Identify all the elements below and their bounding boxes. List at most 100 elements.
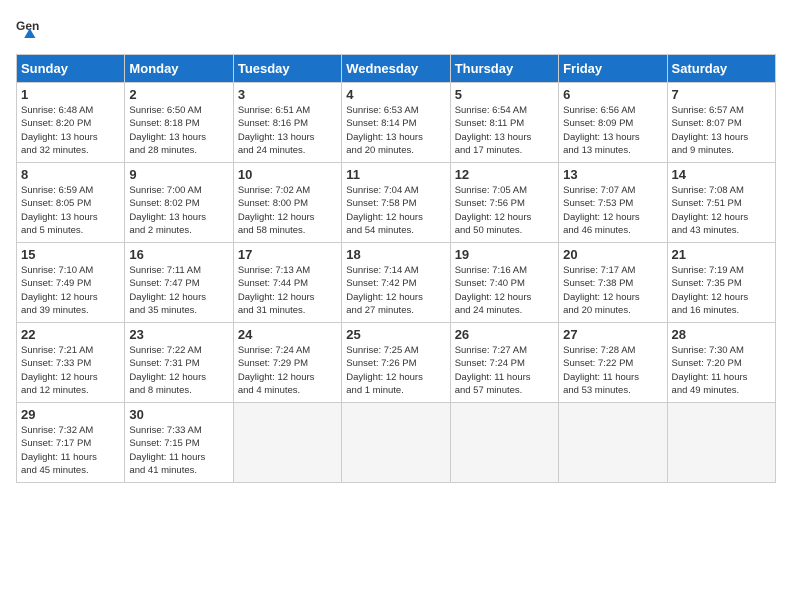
day-number: 11 (346, 167, 445, 182)
day-number: 12 (455, 167, 554, 182)
calendar-week-1: 1 Sunrise: 6:48 AM Sunset: 8:20 PM Daylig… (17, 83, 776, 163)
day-detail: Sunrise: 7:04 AM Sunset: 7:58 PM Dayligh… (346, 184, 445, 237)
calendar-cell-3-6: 20Sunrise: 7:17 AM Sunset: 7:38 PM Dayli… (559, 243, 667, 323)
day-detail: Sunrise: 6:57 AM Sunset: 8:07 PM Dayligh… (672, 104, 771, 157)
calendar-cell-4-3: 24Sunrise: 7:24 AM Sunset: 7:29 PM Dayli… (233, 323, 341, 403)
day-number: 9 (129, 167, 228, 182)
day-detail: Sunrise: 7:11 AM Sunset: 7:47 PM Dayligh… (129, 264, 228, 317)
day-detail: Sunrise: 7:08 AM Sunset: 7:51 PM Dayligh… (672, 184, 771, 237)
calendar-cell-5-3 (233, 403, 341, 483)
weekday-header-wednesday: Wednesday (342, 55, 450, 83)
day-detail: Sunrise: 6:51 AM Sunset: 8:16 PM Dayligh… (238, 104, 337, 157)
day-detail: Sunrise: 7:17 AM Sunset: 7:38 PM Dayligh… (563, 264, 662, 317)
day-detail: Sunrise: 7:32 AM Sunset: 7:17 PM Dayligh… (21, 424, 120, 477)
day-number: 23 (129, 327, 228, 342)
calendar-cell-2-4: 11 Sunrise: 7:04 AM Sunset: 7:58 PM Dayli… (342, 163, 450, 243)
calendar-cell-4-7: 28Sunrise: 7:30 AM Sunset: 7:20 PM Dayli… (667, 323, 775, 403)
day-number: 4 (346, 87, 445, 102)
day-detail: Sunrise: 7:14 AM Sunset: 7:42 PM Dayligh… (346, 264, 445, 317)
day-number: 17 (238, 247, 337, 262)
weekday-header-sunday: Sunday (17, 55, 125, 83)
calendar-cell-2-3: 10 Sunrise: 7:02 AM Sunset: 8:00 PM Dayli… (233, 163, 341, 243)
day-detail: Sunrise: 7:21 AM Sunset: 7:33 PM Dayligh… (21, 344, 120, 397)
day-number: 2 (129, 87, 228, 102)
day-detail: Sunrise: 7:00 AM Sunset: 8:02 PM Dayligh… (129, 184, 228, 237)
calendar-table: SundayMondayTuesdayWednesdayThursdayFrid… (16, 54, 776, 483)
calendar-cell-4-1: 22 Sunrise: 7:21 AM Sunset: 7:33 PM Dayli… (17, 323, 125, 403)
day-detail: Sunrise: 6:54 AM Sunset: 8:11 PM Dayligh… (455, 104, 554, 157)
day-detail: Sunrise: 7:10 AM Sunset: 7:49 PM Dayligh… (21, 264, 120, 317)
day-number: 18 (346, 247, 445, 262)
day-number: 14 (672, 167, 771, 182)
day-number: 7 (672, 87, 771, 102)
day-detail: Sunrise: 6:48 AM Sunset: 8:20 PM Dayligh… (21, 104, 120, 157)
calendar-cell-5-1: 29 Sunrise: 7:32 AM Sunset: 7:17 PM Dayli… (17, 403, 125, 483)
calendar-cell-3-4: 18 Sunrise: 7:14 AM Sunset: 7:42 PM Dayli… (342, 243, 450, 323)
day-number: 26 (455, 327, 554, 342)
day-number: 8 (21, 167, 120, 182)
calendar-cell-1-4: 4 Sunrise: 6:53 AM Sunset: 8:14 PM Daylig… (342, 83, 450, 163)
day-detail: Sunrise: 7:30 AM Sunset: 7:20 PM Dayligh… (672, 344, 771, 397)
day-number: 6 (563, 87, 662, 102)
logo-icon: Gen (16, 16, 44, 44)
day-detail: Sunrise: 7:25 AM Sunset: 7:26 PM Dayligh… (346, 344, 445, 397)
calendar-cell-1-3: 3 Sunrise: 6:51 AM Sunset: 8:16 PM Daylig… (233, 83, 341, 163)
weekday-header-row: SundayMondayTuesdayWednesdayThursdayFrid… (17, 55, 776, 83)
calendar-week-3: 15 Sunrise: 7:10 AM Sunset: 7:49 PM Dayli… (17, 243, 776, 323)
day-number: 3 (238, 87, 337, 102)
weekday-header-friday: Friday (559, 55, 667, 83)
calendar-cell-3-1: 15 Sunrise: 7:10 AM Sunset: 7:49 PM Dayli… (17, 243, 125, 323)
calendar-cell-2-2: 9 Sunrise: 7:00 AM Sunset: 8:02 PM Daylig… (125, 163, 233, 243)
calendar-cell-4-4: 25 Sunrise: 7:25 AM Sunset: 7:26 PM Dayli… (342, 323, 450, 403)
calendar-cell-5-7 (667, 403, 775, 483)
calendar-cell-2-6: 13 Sunrise: 7:07 AM Sunset: 7:53 PM Dayli… (559, 163, 667, 243)
weekday-header-thursday: Thursday (450, 55, 558, 83)
calendar-cell-4-6: 27 Sunrise: 7:28 AM Sunset: 7:22 PM Dayli… (559, 323, 667, 403)
calendar-cell-5-6 (559, 403, 667, 483)
day-number: 22 (21, 327, 120, 342)
day-detail: Sunrise: 7:27 AM Sunset: 7:24 PM Dayligh… (455, 344, 554, 397)
calendar-cell-3-7: 21Sunrise: 7:19 AM Sunset: 7:35 PM Dayli… (667, 243, 775, 323)
day-detail: Sunrise: 6:56 AM Sunset: 8:09 PM Dayligh… (563, 104, 662, 157)
calendar-cell-4-2: 23 Sunrise: 7:22 AM Sunset: 7:31 PM Dayli… (125, 323, 233, 403)
day-number: 16 (129, 247, 228, 262)
day-detail: Sunrise: 7:02 AM Sunset: 8:00 PM Dayligh… (238, 184, 337, 237)
day-number: 25 (346, 327, 445, 342)
day-detail: Sunrise: 7:16 AM Sunset: 7:40 PM Dayligh… (455, 264, 554, 317)
calendar-cell-1-7: 7 Sunrise: 6:57 AM Sunset: 8:07 PM Daylig… (667, 83, 775, 163)
day-detail: Sunrise: 7:28 AM Sunset: 7:22 PM Dayligh… (563, 344, 662, 397)
calendar-cell-3-2: 16 Sunrise: 7:11 AM Sunset: 7:47 PM Dayli… (125, 243, 233, 323)
day-number: 13 (563, 167, 662, 182)
day-detail: Sunrise: 7:05 AM Sunset: 7:56 PM Dayligh… (455, 184, 554, 237)
calendar-cell-2-1: 8Sunrise: 6:59 AM Sunset: 8:05 PM Daylig… (17, 163, 125, 243)
calendar-cell-2-7: 14 Sunrise: 7:08 AM Sunset: 7:51 PM Dayli… (667, 163, 775, 243)
day-detail: Sunrise: 6:53 AM Sunset: 8:14 PM Dayligh… (346, 104, 445, 157)
calendar-cell-4-5: 26 Sunrise: 7:27 AM Sunset: 7:24 PM Dayli… (450, 323, 558, 403)
calendar-cell-1-1: 1 Sunrise: 6:48 AM Sunset: 8:20 PM Daylig… (17, 83, 125, 163)
svg-text:Gen: Gen (16, 19, 39, 33)
day-detail: Sunrise: 7:22 AM Sunset: 7:31 PM Dayligh… (129, 344, 228, 397)
calendar-cell-5-4 (342, 403, 450, 483)
day-detail: Sunrise: 7:07 AM Sunset: 7:53 PM Dayligh… (563, 184, 662, 237)
logo: Gen (16, 16, 48, 44)
day-detail: Sunrise: 7:33 AM Sunset: 7:15 PM Dayligh… (129, 424, 228, 477)
page-header: Gen (16, 16, 776, 44)
day-number: 15 (21, 247, 120, 262)
day-number: 10 (238, 167, 337, 182)
day-number: 21 (672, 247, 771, 262)
calendar-cell-1-6: 6 Sunrise: 6:56 AM Sunset: 8:09 PM Daylig… (559, 83, 667, 163)
day-number: 27 (563, 327, 662, 342)
day-number: 30 (129, 407, 228, 422)
day-number: 19 (455, 247, 554, 262)
calendar-body: 1 Sunrise: 6:48 AM Sunset: 8:20 PM Daylig… (17, 83, 776, 483)
calendar-cell-5-2: 30 Sunrise: 7:33 AM Sunset: 7:15 PM Dayli… (125, 403, 233, 483)
weekday-header-monday: Monday (125, 55, 233, 83)
calendar-cell-1-5: 5Sunrise: 6:54 AM Sunset: 8:11 PM Daylig… (450, 83, 558, 163)
calendar-week-2: 8Sunrise: 6:59 AM Sunset: 8:05 PM Daylig… (17, 163, 776, 243)
calendar-cell-3-3: 17 Sunrise: 7:13 AM Sunset: 7:44 PM Dayli… (233, 243, 341, 323)
calendar-cell-3-5: 19 Sunrise: 7:16 AM Sunset: 7:40 PM Dayli… (450, 243, 558, 323)
day-number: 29 (21, 407, 120, 422)
day-number: 24 (238, 327, 337, 342)
day-detail: Sunrise: 7:13 AM Sunset: 7:44 PM Dayligh… (238, 264, 337, 317)
day-number: 1 (21, 87, 120, 102)
